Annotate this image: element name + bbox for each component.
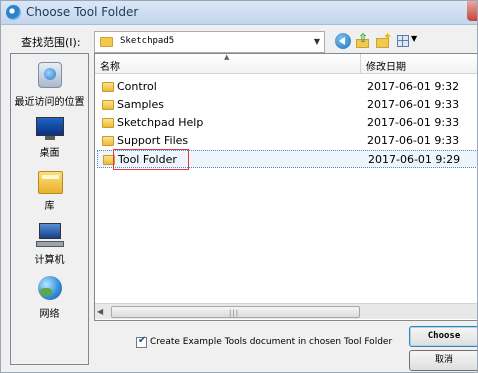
places-bar: 最近访问的位置 桌面 库 计算机 网络 bbox=[10, 53, 89, 365]
file-row-sketchpad-help[interactable]: Sketchpad Help 2017-06-01 9:33 bbox=[97, 114, 477, 132]
app-icon bbox=[6, 5, 21, 20]
column-date-header[interactable]: 修改日期 bbox=[366, 58, 406, 73]
file-name: Sketchpad Help bbox=[117, 116, 204, 129]
place-recent-label: 最近访问的位置 bbox=[14, 97, 85, 108]
place-libraries-label: 库 bbox=[44, 201, 55, 212]
scrollbar-thumb[interactable]: ||| bbox=[111, 306, 360, 318]
cancel-button[interactable]: 取消 bbox=[409, 350, 477, 371]
network-icon bbox=[36, 276, 64, 302]
folder-icon bbox=[102, 136, 114, 146]
file-name: Samples bbox=[117, 98, 164, 111]
file-date: 2017-06-01 9:33 bbox=[367, 98, 460, 111]
horizontal-scrollbar[interactable]: ◀ ||| bbox=[95, 303, 477, 319]
sort-ascending-icon: ▲ bbox=[224, 53, 230, 61]
recent-places-icon bbox=[36, 62, 64, 88]
close-button[interactable] bbox=[467, 1, 477, 21]
look-in-value: Sketchpad5 bbox=[120, 36, 175, 46]
window-title: Choose Tool Folder bbox=[26, 5, 139, 19]
grip-icon: ||| bbox=[229, 309, 240, 317]
libraries-icon bbox=[36, 170, 64, 196]
file-row-support-files[interactable]: Support Files 2017-06-01 9:33 bbox=[97, 132, 477, 150]
file-row-samples[interactable]: Samples 2017-06-01 9:33 bbox=[97, 96, 477, 114]
place-recent[interactable]: 最近访问的位置 bbox=[11, 62, 88, 112]
file-row-tool-folder[interactable]: Tool Folder 2017-06-01 9:29 bbox=[97, 149, 477, 170]
choose-tool-folder-dialog: Choose Tool Folder 查找范围(I): Sketchpad5 ▼… bbox=[0, 0, 478, 373]
look-in-dropdown[interactable]: Sketchpad5 ▼ bbox=[94, 31, 325, 53]
file-date: 2017-06-01 9:29 bbox=[368, 153, 461, 166]
place-desktop-label: 桌面 bbox=[39, 148, 60, 159]
create-example-label: Create Example Tools document in chosen … bbox=[150, 337, 393, 347]
folder-icon bbox=[102, 82, 114, 92]
desktop-icon bbox=[36, 116, 64, 142]
file-date: 2017-06-01 9:33 bbox=[367, 116, 460, 129]
file-name: Support Files bbox=[117, 134, 189, 147]
choose-button[interactable]: Choose bbox=[409, 326, 477, 347]
place-network[interactable]: 网络 bbox=[11, 276, 88, 322]
back-icon[interactable] bbox=[335, 33, 351, 49]
checkmark-icon: ✔ bbox=[138, 335, 147, 346]
place-desktop[interactable]: 桌面 bbox=[11, 116, 88, 162]
file-date: 2017-06-01 9:32 bbox=[367, 80, 460, 93]
place-computer[interactable]: 计算机 bbox=[11, 222, 88, 268]
file-name: Control bbox=[117, 80, 157, 93]
file-list[interactable]: 名称 ▲ 修改日期 Control 2017-06-01 9:32 Sample… bbox=[94, 53, 477, 321]
highlight-box bbox=[113, 149, 189, 170]
computer-icon bbox=[36, 222, 64, 248]
file-date: 2017-06-01 9:33 bbox=[367, 134, 460, 147]
up-folder-icon[interactable]: ⇧ bbox=[355, 32, 371, 49]
scroll-left-icon[interactable]: ◀ bbox=[97, 307, 103, 316]
file-row-control[interactable]: Control 2017-06-01 9:32 bbox=[97, 78, 477, 96]
folder-icon bbox=[102, 100, 114, 110]
new-folder-icon[interactable]: ✦ bbox=[375, 31, 392, 49]
title-bar: Choose Tool Folder bbox=[1, 1, 477, 25]
column-divider[interactable] bbox=[360, 54, 361, 74]
column-header: 名称 ▲ 修改日期 bbox=[95, 53, 477, 74]
folder-icon bbox=[100, 37, 113, 47]
chevron-down-icon: ▼ bbox=[313, 37, 320, 46]
folder-icon bbox=[102, 118, 114, 128]
view-menu-icon[interactable]: ▼ bbox=[396, 33, 418, 49]
place-libraries[interactable]: 库 bbox=[11, 170, 88, 214]
create-example-checkbox[interactable]: ✔ bbox=[136, 335, 147, 348]
look-in-label: 查找范围(I): bbox=[21, 36, 81, 49]
place-computer-label: 计算机 bbox=[34, 255, 65, 266]
place-network-label: 网络 bbox=[39, 309, 60, 320]
column-name-header[interactable]: 名称 bbox=[100, 58, 120, 73]
